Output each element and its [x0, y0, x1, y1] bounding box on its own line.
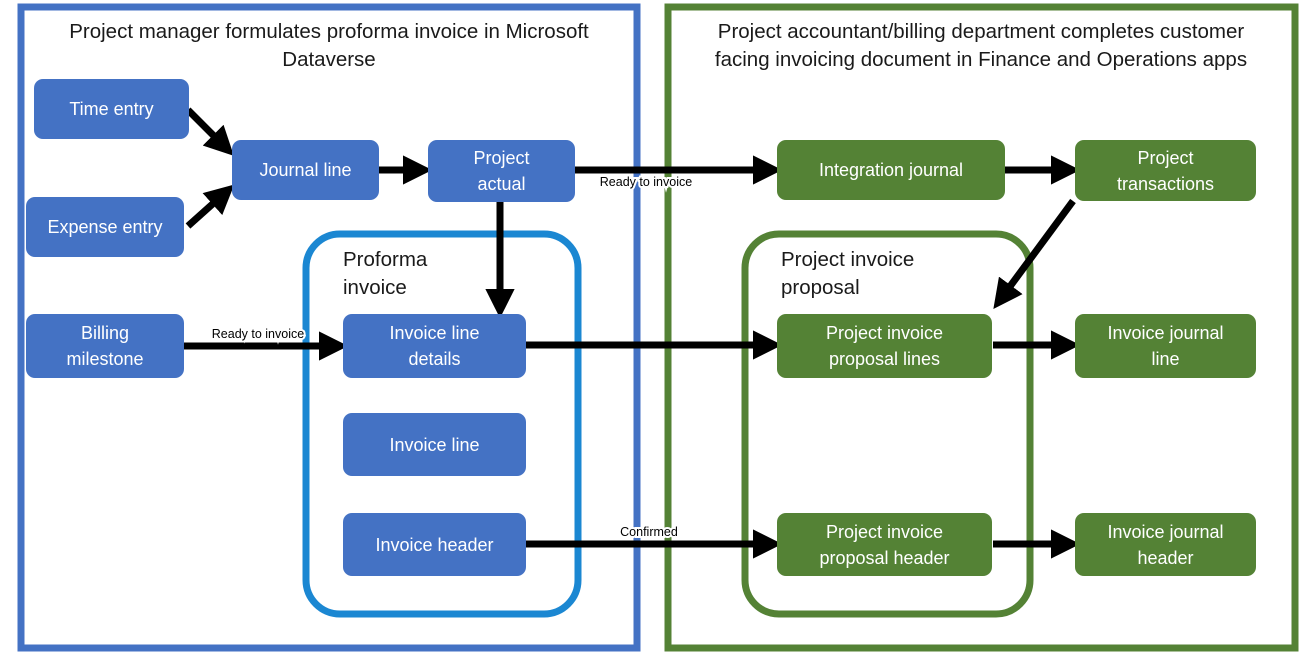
node-invoice-journal-line-label-line2: line [1151, 349, 1179, 369]
node-time-entry[interactable]: Time entry [34, 79, 189, 139]
node-project-invoice-proposal-lines-label-line1: Project invoice [826, 323, 943, 343]
node-billing-milestone[interactable]: Billing milestone [26, 314, 184, 378]
node-project-actual-label-line2: actual [477, 174, 525, 194]
node-invoice-journal-header-label-line1: Invoice journal [1107, 522, 1223, 542]
node-project-transactions-label-line2: transactions [1117, 174, 1214, 194]
node-integration-journal-label: Integration journal [819, 160, 963, 180]
edge-label-ready-to-invoice-mid: Ready to invoice [212, 327, 304, 341]
right-container-title-line2: facing invoicing document in Finance and… [715, 48, 1247, 71]
proforma-invoice-group-title: Proforma [343, 248, 428, 271]
diagram-root: Project manager formulates proforma invo… [0, 0, 1302, 656]
node-invoice-line-details[interactable]: Invoice line details [343, 314, 526, 378]
project-invoice-proposal-group-title: Project invoice [781, 248, 914, 271]
node-invoice-line-label: Invoice line [389, 435, 479, 455]
proforma-invoice-group-title-line2: invoice [343, 276, 407, 299]
node-project-invoice-proposal-header[interactable]: Project invoice proposal header [777, 513, 992, 576]
node-project-transactions[interactable]: Project transactions [1075, 140, 1256, 201]
edge-time-entry-to-journal-line [185, 107, 234, 156]
node-project-actual-label-line1: Project [473, 148, 529, 168]
node-invoice-journal-header[interactable]: Invoice journal header [1075, 513, 1256, 576]
project-invoice-proposal-group-title-line2: proposal [781, 276, 860, 299]
node-project-invoice-proposal-lines[interactable]: Project invoice proposal lines [777, 314, 992, 378]
node-billing-milestone-label-line1: Billing [81, 323, 129, 343]
node-billing-milestone-label-line2: milestone [66, 349, 143, 369]
node-integration-journal[interactable]: Integration journal [777, 140, 1005, 200]
edge-label-ready-to-invoice-top: Ready to invoice [600, 175, 692, 189]
edge-expense-entry-to-journal-line [185, 184, 235, 229]
edge-project-transactions-to-proposal-lines [993, 198, 1076, 310]
node-journal-line-label: Journal line [259, 160, 351, 180]
edge-label-confirmed: Confirmed [620, 525, 678, 539]
node-invoice-line-details-label-line2: details [408, 349, 460, 369]
node-expense-entry-label: Expense entry [47, 217, 162, 237]
node-invoice-line[interactable]: Invoice line [343, 413, 526, 476]
left-container-title-line2: Dataverse [282, 48, 375, 71]
node-journal-line[interactable]: Journal line [232, 140, 379, 200]
node-invoice-journal-line-label-line1: Invoice journal [1107, 323, 1223, 343]
node-project-actual[interactable]: Project actual [428, 140, 575, 202]
node-project-invoice-proposal-header-label-line1: Project invoice [826, 522, 943, 542]
node-project-transactions-label-line1: Project [1137, 148, 1193, 168]
node-invoice-header[interactable]: Invoice header [343, 513, 526, 576]
node-project-invoice-proposal-header-label-line2: proposal header [819, 548, 949, 568]
node-invoice-journal-header-label-line2: header [1137, 548, 1193, 568]
node-time-entry-label: Time entry [69, 99, 153, 119]
node-invoice-line-details-label-line1: Invoice line [389, 323, 479, 343]
right-container-title: Project accountant/billing department co… [718, 20, 1245, 43]
node-invoice-header-label: Invoice header [375, 535, 493, 555]
node-expense-entry[interactable]: Expense entry [26, 197, 184, 257]
node-project-invoice-proposal-lines-label-line2: proposal lines [829, 349, 940, 369]
left-container-title: Project manager formulates proforma invo… [69, 20, 589, 43]
flow-diagram: Project manager formulates proforma invo… [17, 3, 1299, 652]
node-invoice-journal-line[interactable]: Invoice journal line [1075, 314, 1256, 378]
